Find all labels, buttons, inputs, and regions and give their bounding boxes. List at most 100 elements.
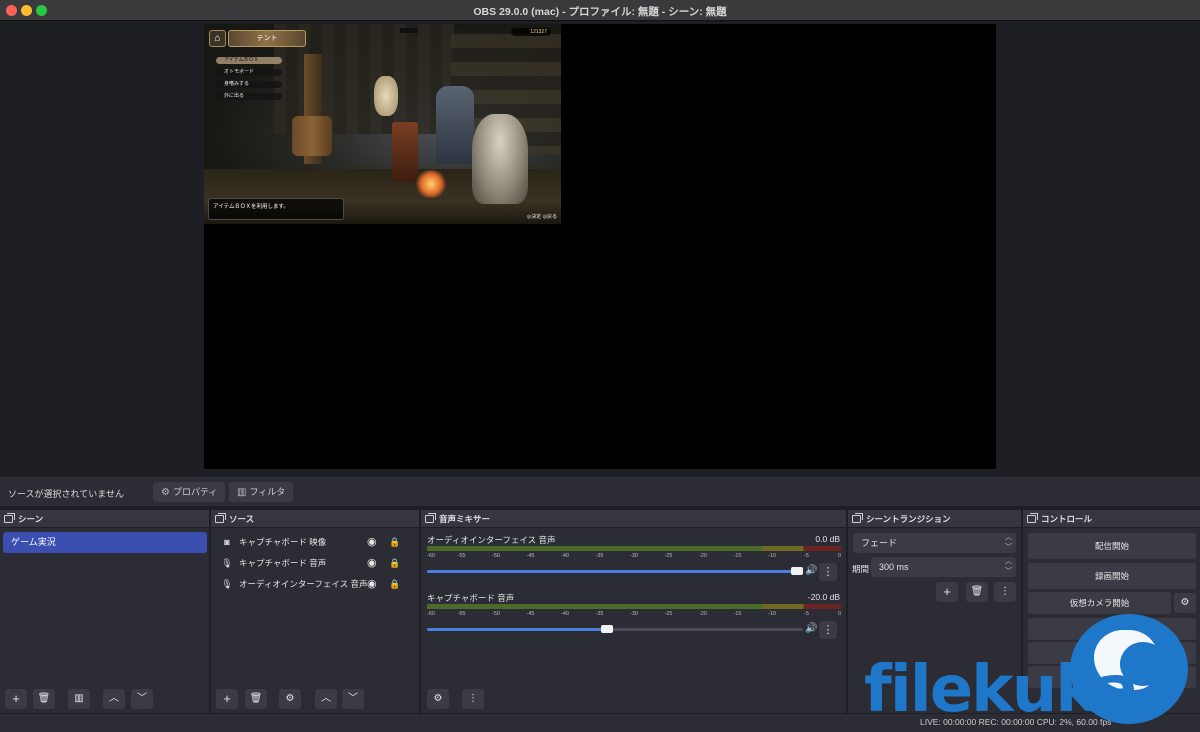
preview-area: ⌂ テント アイテムＢＯＸ オトモボード 身嗜みする 外に出る 121327 ア… [0, 21, 1200, 473]
visibility-eye-icon[interactable]: ◉ [367, 532, 377, 552]
game-npc [374, 76, 398, 116]
gear-icon: ⚙ [285, 693, 295, 704]
volume-slider[interactable] [427, 567, 803, 575]
scenes-dock-header: シーン [0, 510, 209, 528]
lock-icon[interactable]: 🔒 [389, 574, 400, 594]
virtual-camera-settings-button[interactable]: ⚙ [1174, 593, 1196, 613]
source-item[interactable]: 🎙 オーディオインターフェイス 音声 ◉ 🔒 [215, 574, 413, 594]
mixer-menu-button[interactable]: ⋮ [462, 689, 484, 709]
home-icon: ⌂ [209, 30, 226, 47]
scene-list-item[interactable]: ゲーム実況 [3, 532, 207, 553]
audio-mixer-dock-header: 音声ミキサー [421, 510, 846, 528]
lock-icon[interactable]: 🔒 [389, 532, 400, 552]
chevron-up-icon: ︿ [109, 693, 119, 704]
lock-icon[interactable]: 🔒 [389, 553, 400, 573]
game-control-hints: ◎決定 ◎戻る [526, 214, 557, 220]
remove-scene-button[interactable]: 🗑 [33, 689, 55, 709]
game-menu-item: 身嗜みする [216, 81, 282, 88]
mixer-channel-db: -20.0 dB [807, 592, 840, 602]
dock-float-icon[interactable] [1027, 513, 1038, 523]
properties-button[interactable]: ⚙ プロパティ [153, 482, 226, 502]
sources-dock-header: ソース [211, 510, 419, 528]
start-virtual-camera-button[interactable]: 仮想カメラ開始 [1028, 592, 1171, 614]
dock-float-icon[interactable] [215, 513, 226, 523]
filters-button[interactable]: ▥ フィルタ [229, 482, 294, 502]
microphone-icon: 🎙 [221, 558, 233, 568]
dock-float-icon[interactable] [852, 513, 863, 523]
filter-icon: ▥ [74, 693, 84, 704]
transition-select[interactable]: フェード ︿ ﹀ [853, 533, 1016, 553]
add-transition-button[interactable]: + [936, 582, 958, 602]
volume-slider-knob[interactable] [791, 567, 803, 575]
game-fire [414, 170, 448, 198]
meter-tick-labels: -60 -55 -50 -45 -40 -35 -30 -25 -20 -15 -10 -5 0 [427, 551, 841, 561]
properties-button-label: プロパティ [172, 487, 218, 497]
scene-filters-button[interactable]: ▥ [68, 689, 90, 709]
move-source-down-button[interactable]: ﹀ [342, 689, 364, 709]
meter-tick-label: -30 [630, 611, 638, 617]
volume-slider-fill [427, 628, 608, 631]
source-item-label: キャプチャボード 音声 [239, 558, 327, 568]
add-source-button[interactable]: + [216, 689, 238, 709]
channel-menu-button[interactable]: ⋮ [819, 621, 837, 639]
scenes-dock: シーン ゲーム実況 + 🗑 ▥ ︿ ﹀ [0, 510, 209, 713]
source-item[interactable]: 🎙 キャプチャボード 音声 ◉ 🔒 [215, 553, 413, 573]
sources-dock-title: ソース [229, 514, 255, 524]
gear-icon: ⚙ [161, 487, 170, 498]
move-source-up-button[interactable]: ︿ [315, 689, 337, 709]
game-menu-item: アイテムＢＯＸ [216, 57, 282, 64]
trash-icon: 🗑 [970, 586, 984, 597]
add-scene-button[interactable]: + [5, 689, 27, 709]
chevron-down-icon: ﹀ [137, 693, 147, 704]
speaker-icon[interactable]: 🔊 [805, 565, 817, 576]
meter-tick-label: 0 [837, 553, 841, 559]
speaker-icon[interactable]: 🔊 [805, 623, 817, 634]
meter-tick-label: -30 [630, 553, 638, 559]
preview-canvas[interactable]: ⌂ テント アイテムＢＯＸ オトモボード 身嗜みする 外に出る 121327 ア… [204, 24, 996, 469]
meter-tick-label: -5 [804, 611, 809, 617]
controls-dock-title: コントロール [1041, 514, 1093, 524]
visibility-eye-icon[interactable]: ◉ [367, 574, 377, 594]
dock-float-icon[interactable] [4, 513, 15, 523]
sources-toolbar: + 🗑 ⚙ ︿ ﹀ [211, 689, 419, 711]
plus-icon: + [12, 691, 20, 706]
start-recording-button[interactable]: 録画開始 [1028, 563, 1196, 589]
audio-mixer-dock-title: 音声ミキサー [439, 514, 491, 524]
meter-tick-label: -45 [526, 553, 535, 559]
volume-slider[interactable] [427, 625, 803, 633]
game-companion [472, 114, 528, 204]
game-tent-label: テント [228, 30, 306, 47]
visibility-eye-icon[interactable]: ◉ [367, 553, 377, 573]
source-item[interactable]: ◙ キャプチャボード 映像 ◉ 🔒 [215, 532, 413, 552]
more-vertical-icon: ⋮ [468, 693, 478, 704]
watermark-logo: filekuka [864, 612, 1200, 732]
transition-properties-button[interactable]: ⋮ [994, 582, 1016, 602]
move-scene-up-button[interactable]: ︿ [103, 689, 125, 709]
duration-spinbox[interactable]: 300 ms ︿ ﹀ [871, 557, 1016, 577]
remove-source-button[interactable]: 🗑 [245, 689, 267, 709]
start-streaming-button[interactable]: 配信開始 [1028, 533, 1196, 559]
meter-tick-label: -35 [595, 553, 604, 559]
dock-float-icon[interactable] [425, 513, 436, 523]
channel-menu-button[interactable]: ⋮ [819, 563, 837, 581]
meter-tick-labels: -60 -55 -50 -45 -40 -35 -30 -25 -20 -15 -10 -5 0 [427, 609, 841, 619]
microphone-icon: 🎙 [221, 579, 233, 589]
scenes-dock-title: シーン [18, 514, 44, 524]
filter-icon: ▥ [237, 487, 247, 498]
game-capture-frame[interactable]: ⌂ テント アイテムＢＯＸ オトモボード 身嗜みする 外に出る 121327 ア… [204, 24, 561, 224]
mixer-channel-name: キャプチャボード 音声 [427, 593, 515, 603]
meter-tick-label: -50 [492, 611, 500, 617]
move-scene-down-button[interactable]: ﹀ [131, 689, 153, 709]
meter-tick-label: -55 [457, 611, 466, 617]
remove-transition-button[interactable]: 🗑 [966, 582, 988, 602]
window-title: OBS 29.0.0 (mac) - プロファイル: 無題 - シーン: 無題 [473, 6, 727, 18]
source-properties-button[interactable]: ⚙ [279, 689, 301, 709]
audio-mixer-dock: 音声ミキサー オーディオインターフェイス 音声 0.0 dB -60 -55 -50… [421, 510, 846, 713]
meter-tick-label: -10 [768, 553, 776, 559]
meter-tick-label: -40 [561, 553, 569, 559]
volume-slider-fill [427, 570, 803, 573]
volume-slider-knob[interactable] [601, 625, 614, 633]
meter-tick-label: -15 [733, 553, 742, 559]
chevron-up-icon: ︿ [321, 693, 331, 704]
advanced-audio-properties-button[interactable]: ⚙ [427, 689, 449, 709]
